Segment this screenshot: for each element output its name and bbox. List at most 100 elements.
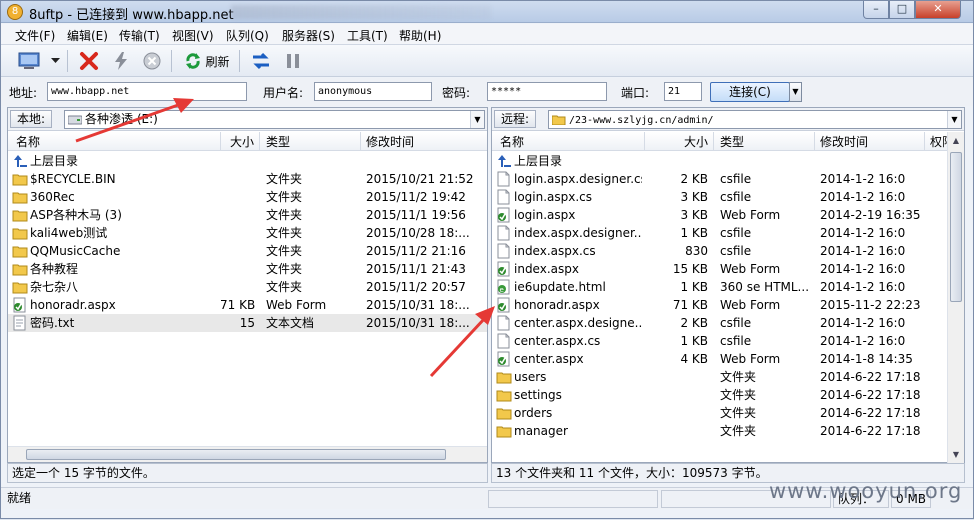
remote-col-modified[interactable]: 修改时间 xyxy=(820,134,868,150)
local-col-type[interactable]: 类型 xyxy=(266,134,290,150)
local-cell-name: kali4web测试 xyxy=(30,226,108,240)
remote-scroll-thumb[interactable] xyxy=(950,152,962,302)
local-file-row[interactable]: 360Rec 文件夹 2015/11/2 19:42 xyxy=(8,188,487,206)
username-input[interactable]: anonymous xyxy=(314,82,432,101)
stop-icon xyxy=(143,52,161,70)
remote-col-size[interactable]: 大小 xyxy=(684,134,708,150)
remote-path-select[interactable]: /23-www.szlyjg.cn/admin/ ▼ xyxy=(548,110,962,129)
remote-file-row[interactable]: index.aspx 15 KB Web Form 2014-1-2 16:0 xyxy=(492,260,964,278)
folder-icon xyxy=(496,387,512,403)
remote-cell-type: 文件夹 xyxy=(720,424,757,438)
site-dropdown-button[interactable] xyxy=(48,50,62,72)
remote-file-row[interactable]: login.aspx.cs 3 KB csfile 2014-1-2 16:0 xyxy=(492,188,964,206)
up-folder-icon xyxy=(12,153,28,169)
remote-file-row[interactable]: center.aspx 4 KB Web Form 2014-1-8 14:35 xyxy=(492,350,964,368)
remote-cell-type: csfile xyxy=(720,244,752,258)
disconnect-button[interactable] xyxy=(77,50,101,72)
address-input[interactable]: www.hbapp.net xyxy=(47,82,247,101)
pause-button[interactable] xyxy=(281,50,305,72)
local-file-row[interactable]: 各种教程 文件夹 2015/11/1 21:43 xyxy=(8,260,487,278)
remote-cell-size: 830 xyxy=(685,244,708,258)
remote-cell-name: index.aspx.cs xyxy=(514,244,596,258)
reconnect-button[interactable] xyxy=(109,50,133,72)
local-file-row[interactable]: 上层目录 xyxy=(8,152,487,170)
remote-cell-name: orders xyxy=(514,406,553,420)
menu-file[interactable]: 文件(F) xyxy=(15,27,55,44)
local-cell-size xyxy=(220,261,255,277)
remote-file-row[interactable]: settings 文件夹 2014-6-22 17:18 xyxy=(492,386,964,404)
remote-file-row[interactable]: 上层目录 xyxy=(492,152,964,170)
remote-cell-name: manager xyxy=(514,424,568,438)
local-col-modified[interactable]: 修改时间 xyxy=(366,134,414,150)
scroll-down-icon[interactable]: ▼ xyxy=(948,446,964,463)
password-input[interactable]: ***** xyxy=(487,82,607,101)
remote-cell-name: index.aspx.designer.... xyxy=(514,226,642,240)
local-cell-name: 360Rec xyxy=(30,190,75,204)
site-manager-button[interactable] xyxy=(15,50,45,72)
local-col-name[interactable]: 名称 xyxy=(16,134,40,150)
local-cell-size xyxy=(220,189,255,205)
chevron-down-icon xyxy=(50,58,60,63)
local-col-size[interactable]: 大小 xyxy=(230,134,254,150)
maximize-button[interactable]: □ xyxy=(889,1,915,19)
address-label: 地址: xyxy=(9,86,38,100)
connect-button[interactable]: 连接(C) xyxy=(710,82,790,102)
local-cell-size xyxy=(220,153,255,169)
remote-file-row[interactable]: users 文件夹 2014-6-22 17:18 xyxy=(492,368,964,386)
chevron-down-icon[interactable]: ▼ xyxy=(470,111,484,128)
username-label: 用户名: xyxy=(263,86,304,100)
chevron-down-icon[interactable]: ▼ xyxy=(947,111,961,128)
remote-label: 远程: xyxy=(494,110,537,128)
local-file-row[interactable]: $RECYCLE.BIN 文件夹 2015/10/21 21:52 xyxy=(8,170,487,188)
stop-button[interactable] xyxy=(140,50,164,72)
remote-file-row[interactable]: orders 文件夹 2014-6-22 17:18 xyxy=(492,404,964,422)
remote-file-row[interactable]: center.aspx.cs 1 KB csfile 2014-1-2 16:0 xyxy=(492,332,964,350)
remote-file-row[interactable]: index.aspx.cs 830 csfile 2014-1-2 16:0 xyxy=(492,242,964,260)
local-file-row[interactable]: QQMusicCache 文件夹 2015/11/2 21:16 xyxy=(8,242,487,260)
close-button[interactable]: ✕ xyxy=(915,1,961,19)
webform-icon xyxy=(496,261,512,277)
refresh-button[interactable]: 刷新 xyxy=(181,50,233,72)
remote-file-row[interactable]: honoradr.aspx 71 KB Web Form 2015-11-2 22:2… xyxy=(492,296,964,314)
local-cell-modified xyxy=(366,153,481,169)
remote-cell-type: 360 se HTML... xyxy=(720,280,810,294)
local-file-row[interactable]: 杂七杂八 文件夹 2015/11/2 20:57 xyxy=(8,278,487,296)
remote-file-row[interactable]: login.aspx.designer.cs 2 KB csfile 2014-1-2… xyxy=(492,170,964,188)
menu-server[interactable]: 服务器(S) xyxy=(282,27,335,44)
local-horizontal-scrollbar[interactable] xyxy=(8,446,487,462)
remote-col-name[interactable]: 名称 xyxy=(500,134,524,150)
local-file-row[interactable]: 密码.txt 15 文本文档 2015/10/31 18:... xyxy=(8,314,487,332)
remote-cell-size: 15 KB xyxy=(672,262,708,276)
remote-file-row[interactable]: center.aspx.designe... 2 KB csfile 2014-1-2… xyxy=(492,314,964,332)
remote-cell-size: 4 KB xyxy=(680,352,708,366)
menu-help[interactable]: 帮助(H) xyxy=(399,27,441,44)
local-file-row[interactable]: ASP各种木马 (3) 文件夹 2015/11/1 19:56 xyxy=(8,206,487,224)
webform-icon xyxy=(496,297,512,313)
remote-col-type[interactable]: 类型 xyxy=(720,134,744,150)
connect-dropdown-button[interactable]: ▼ xyxy=(789,82,802,102)
remote-vertical-scrollbar[interactable]: ▲ ▼ xyxy=(947,132,964,463)
menu-view[interactable]: 视图(V) xyxy=(172,27,214,44)
menu-tools[interactable]: 工具(T) xyxy=(347,27,388,44)
minimize-button[interactable]: – xyxy=(863,1,889,19)
scroll-up-icon[interactable]: ▲ xyxy=(948,132,964,149)
remote-file-row[interactable]: e ie6update.html 1 KB 360 se HTML... 2014-1-… xyxy=(492,278,964,296)
menu-edit[interactable]: 编辑(E) xyxy=(67,27,108,44)
remote-cell-type: Web Form xyxy=(720,298,781,312)
local-file-row[interactable]: kali4web测试 文件夹 2015/10/28 18:... xyxy=(8,224,487,242)
menu-queue[interactable]: 队列(Q) xyxy=(226,27,269,44)
local-scroll-thumb[interactable] xyxy=(26,449,446,460)
remote-file-row[interactable]: manager 文件夹 2014-6-22 17:18 xyxy=(492,422,964,440)
remote-cell-modified: 2014-1-2 16:0 xyxy=(820,280,906,294)
remote-file-row[interactable]: index.aspx.designer.... 1 KB csfile 2014-1-… xyxy=(492,224,964,242)
local-path-row: 本地: 各种渗透 (E:) ▼ xyxy=(8,108,487,131)
remote-cell-type: 文件夹 xyxy=(720,370,757,384)
remote-cell-type: csfile xyxy=(720,226,752,240)
transfer-queue-button[interactable] xyxy=(249,50,273,72)
local-path-select[interactable]: 各种渗透 (E:) ▼ xyxy=(64,110,485,129)
port-input[interactable]: 21 xyxy=(664,82,702,101)
remote-file-row[interactable]: login.aspx 3 KB Web Form 2014-2-19 16:35 xyxy=(492,206,964,224)
menu-transfer[interactable]: 传输(T) xyxy=(119,27,160,44)
remote-cell-modified: 2014-1-2 16:0 xyxy=(820,262,906,276)
local-file-row[interactable]: honoradr.aspx 71 KB Web Form 2015/10/31 18:… xyxy=(8,296,487,314)
